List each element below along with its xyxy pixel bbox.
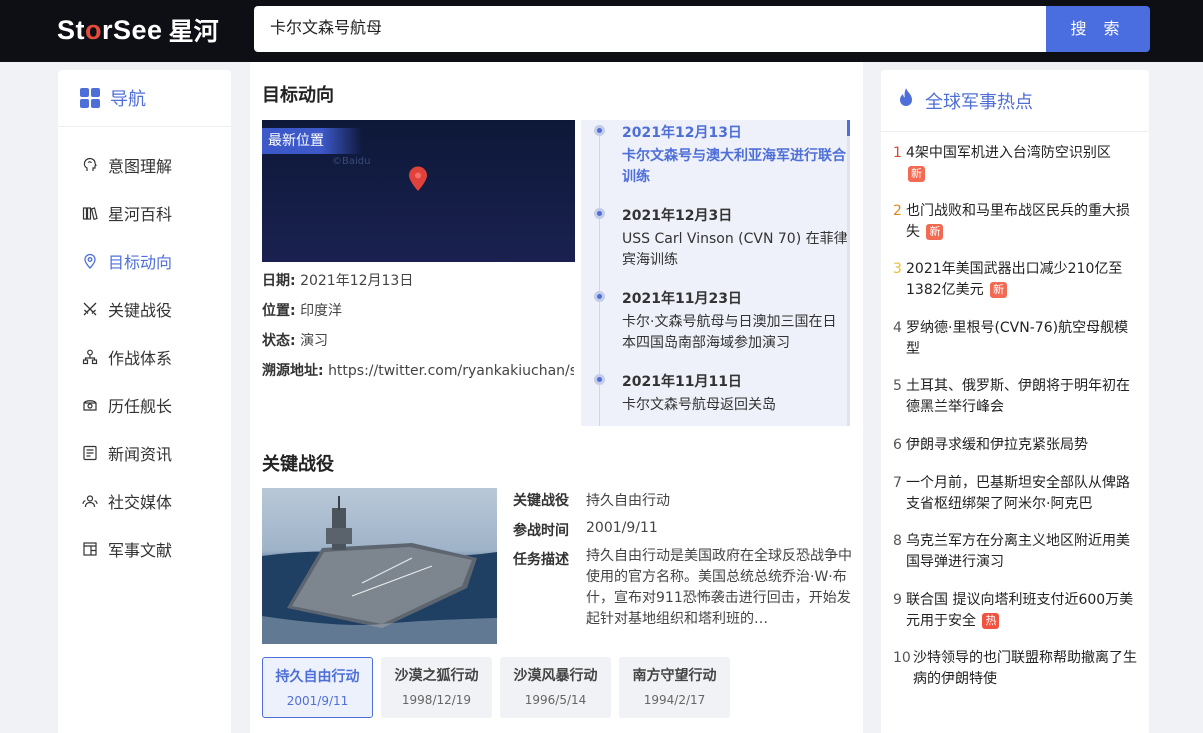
info-location: 位置: 印度洋 bbox=[262, 303, 343, 319]
location-pin-icon bbox=[82, 253, 98, 269]
sidebar-item-target-movement[interactable]: 目标动向 bbox=[58, 237, 231, 285]
sidebar-item-label: 关键战役 bbox=[108, 301, 173, 320]
logo-text: StorSee bbox=[57, 14, 163, 45]
target-section-title: 目标动向 bbox=[262, 85, 334, 106]
latest-position-tag: 最新位置 bbox=[262, 128, 362, 154]
sidebar-item-label: 历任舰长 bbox=[108, 397, 173, 416]
sidebar-item-encyclopedia[interactable]: 星河百科 bbox=[58, 189, 231, 237]
hot-item[interactable]: 6 伊朗寻求缓和伊拉克紧张局势 bbox=[893, 435, 1139, 456]
books-icon bbox=[82, 205, 98, 221]
hot-item[interactable]: 5 土耳其、俄罗斯、伊朗将于明年初在德黑兰举行峰会 bbox=[893, 376, 1139, 418]
battle-section-title: 关键战役 bbox=[262, 454, 334, 475]
hierarchy-icon bbox=[82, 349, 98, 365]
document-icon bbox=[82, 541, 98, 557]
captain-icon bbox=[82, 397, 98, 413]
sidebar-item-intent[interactable]: 意图理解 bbox=[58, 141, 231, 189]
sidebar-item-news[interactable]: 新闻资讯 bbox=[58, 429, 231, 477]
movement-timeline[interactable]: 2021年12月13日 卡尔文森号与澳大利亚海军进行联合训练 2021年12月3… bbox=[581, 120, 850, 426]
sidebar-item-key-battles[interactable]: 关键战役 bbox=[58, 285, 231, 333]
sidebar-item-label: 社交媒体 bbox=[108, 493, 173, 512]
info-source: 溯源地址: https://twitter.com/ryankakiuchan/… bbox=[262, 360, 574, 380]
sidebar-item-combat-system[interactable]: 作战体系 bbox=[58, 333, 231, 381]
crossed-swords-icon bbox=[82, 301, 98, 317]
sidebar-item-label: 军事文献 bbox=[108, 541, 173, 560]
brain-head-icon bbox=[82, 157, 98, 173]
source-link[interactable]: https://twitter.com/ryankakiuchan/s... bbox=[328, 363, 574, 379]
hot-item[interactable]: 2 也门战败和马里布战区民兵的重大损失 新 bbox=[893, 201, 1139, 243]
timeline-scrollbar[interactable] bbox=[847, 120, 850, 426]
timeline-dot-icon bbox=[594, 125, 605, 136]
op-tab-desert-fox[interactable]: 沙漠之狐行动 1998/12/19 bbox=[381, 657, 492, 718]
sidebar-item-label: 目标动向 bbox=[108, 253, 173, 272]
sidebar-nav: 导航 意图理解 星河百科 目标动向 关键战役 作战体系 历任舰长 新闻资讯 社交… bbox=[58, 70, 231, 733]
timeline-dot-icon bbox=[594, 291, 605, 302]
search-button[interactable]: 搜 索 bbox=[1046, 6, 1150, 52]
sidebar-item-literature[interactable]: 军事文献 bbox=[58, 525, 231, 573]
main-content: 目标动向 最新位置 ©Baidu 日期: 2021年12月13日 位置: 印度洋… bbox=[250, 62, 863, 733]
map-pin-icon[interactable] bbox=[408, 166, 428, 196]
location-map[interactable]: 最新位置 ©Baidu bbox=[262, 120, 575, 262]
battle-description: 持久自由行动是美国政府在全球反恐战争中使用的官方名称。美国总统总统乔治·W·布什… bbox=[586, 548, 852, 627]
news-icon bbox=[82, 445, 98, 461]
op-tab-desert-storm[interactable]: 沙漠风暴行动 1996/5/14 bbox=[500, 657, 611, 718]
sidebar-item-captains[interactable]: 历任舰长 bbox=[58, 381, 231, 429]
flame-icon bbox=[895, 87, 917, 115]
hot-item[interactable]: 4 罗纳德·里根号(CVN-76)航空母舰模型 bbox=[893, 318, 1139, 360]
grid-icon bbox=[80, 88, 100, 108]
map-watermark: ©Baidu bbox=[332, 156, 371, 167]
nav-header: 导航 bbox=[58, 70, 231, 127]
hot-badge: 热 bbox=[982, 613, 1000, 629]
hot-item[interactable]: 7 一个月前，巴基斯坦安全部队从俾路支省枢纽绑架了阿米尔·阿克巴 bbox=[893, 473, 1139, 515]
hotspots-header: 全球军事热点 bbox=[881, 70, 1149, 132]
sidebar-item-label: 作战体系 bbox=[108, 349, 173, 368]
logo-cn-text: 星河 bbox=[168, 17, 219, 46]
hot-item[interactable]: 3 2021年美国武器出口减少210亿至1382亿美元 新 bbox=[893, 259, 1139, 301]
hot-item[interactable]: 10 沙特领导的也门联盟称帮助撤离了生病的伊朗特使 bbox=[893, 648, 1139, 690]
sidebar-item-label: 意图理解 bbox=[108, 157, 173, 176]
social-people-icon bbox=[82, 493, 98, 509]
new-badge: 新 bbox=[926, 224, 944, 240]
sidebar-item-label: 新闻资讯 bbox=[108, 445, 173, 464]
timeline-dot-icon bbox=[594, 374, 605, 385]
top-header: StorSee 星河 搜 索 bbox=[0, 0, 1203, 62]
aircraft-carrier-image bbox=[262, 488, 497, 644]
info-date: 日期: 2021年12月13日 bbox=[262, 273, 414, 289]
hot-item[interactable]: 9 联合国 提议向塔利班支付近600万美元用于安全 热 bbox=[893, 590, 1139, 632]
hotspots-title: 全球军事热点 bbox=[925, 91, 1033, 113]
new-badge: 新 bbox=[990, 282, 1008, 298]
sidebar-item-social-media[interactable]: 社交媒体 bbox=[58, 477, 231, 525]
op-tab-enduring-freedom[interactable]: 持久自由行动 2001/9/11 bbox=[262, 657, 373, 718]
scrollbar-thumb[interactable] bbox=[847, 120, 850, 136]
nav-title: 导航 bbox=[110, 89, 146, 110]
hot-item[interactable]: 1 4架中国军机进入台湾防空识别区新 bbox=[893, 143, 1139, 185]
operation-tabs: 持久自由行动 2001/9/11 沙漠之狐行动 1998/12/19 沙漠风暴行… bbox=[262, 657, 730, 718]
starsee-logo[interactable]: StorSee 星河 bbox=[57, 13, 219, 47]
sidebar-item-label: 星河百科 bbox=[108, 205, 173, 224]
military-hotspots-panel: 全球军事热点 1 4架中国军机进入台湾防空识别区新 2 也门战败和马里布战区民兵… bbox=[881, 70, 1149, 733]
new-badge: 新 bbox=[908, 166, 925, 182]
search-input[interactable] bbox=[254, 6, 1046, 52]
info-status: 状态: 演习 bbox=[262, 333, 329, 349]
op-tab-southern-watch[interactable]: 南方守望行动 1994/2/17 bbox=[619, 657, 730, 718]
hot-item[interactable]: 8 乌克兰军方在分离主义地区附近用美国导弹进行演习 bbox=[893, 531, 1139, 573]
timeline-dot-icon bbox=[594, 208, 605, 219]
